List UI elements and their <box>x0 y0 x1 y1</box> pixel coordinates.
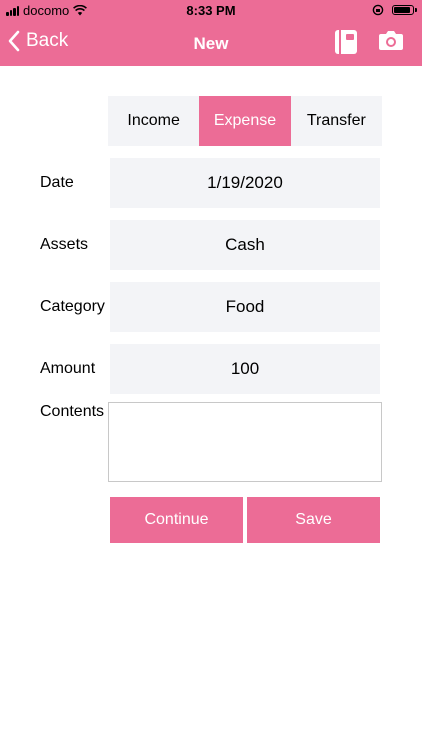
contents-textarea[interactable] <box>108 402 382 482</box>
contents-label: Contents <box>40 403 105 420</box>
save-button[interactable]: Save <box>247 497 380 543</box>
navigation-bar: Back New <box>0 22 422 66</box>
segment-expense[interactable]: Expense <box>199 96 291 146</box>
notebook-button[interactable] <box>334 29 362 57</box>
battery-icon <box>392 5 417 15</box>
segment-transfer[interactable]: Transfer <box>291 96 382 146</box>
category-field[interactable]: Food <box>110 282 380 332</box>
assets-field[interactable]: Cash <box>110 220 380 270</box>
status-bar: docomo 8:33 PM <box>0 0 422 22</box>
orientation-lock-icon <box>372 4 384 16</box>
continue-button[interactable]: Continue <box>110 497 243 543</box>
date-label: Date <box>40 174 74 191</box>
segment-income[interactable]: Income <box>108 96 199 146</box>
status-time: 8:33 PM <box>186 3 236 18</box>
assets-label: Assets <box>40 236 89 253</box>
type-segmented-control: Income Expense Transfer <box>108 96 382 146</box>
battery-level <box>394 7 411 13</box>
amount-field[interactable]: 100 <box>110 344 380 394</box>
amount-label: Amount <box>40 360 96 377</box>
date-field[interactable]: 1/19/2020 <box>110 158 380 208</box>
camera-icon <box>379 31 403 50</box>
camera-button[interactable] <box>378 29 408 57</box>
notebook-icon <box>335 30 357 54</box>
top-bar: docomo 8:33 PM Back New <box>0 0 422 66</box>
category-label: Category <box>40 298 105 315</box>
